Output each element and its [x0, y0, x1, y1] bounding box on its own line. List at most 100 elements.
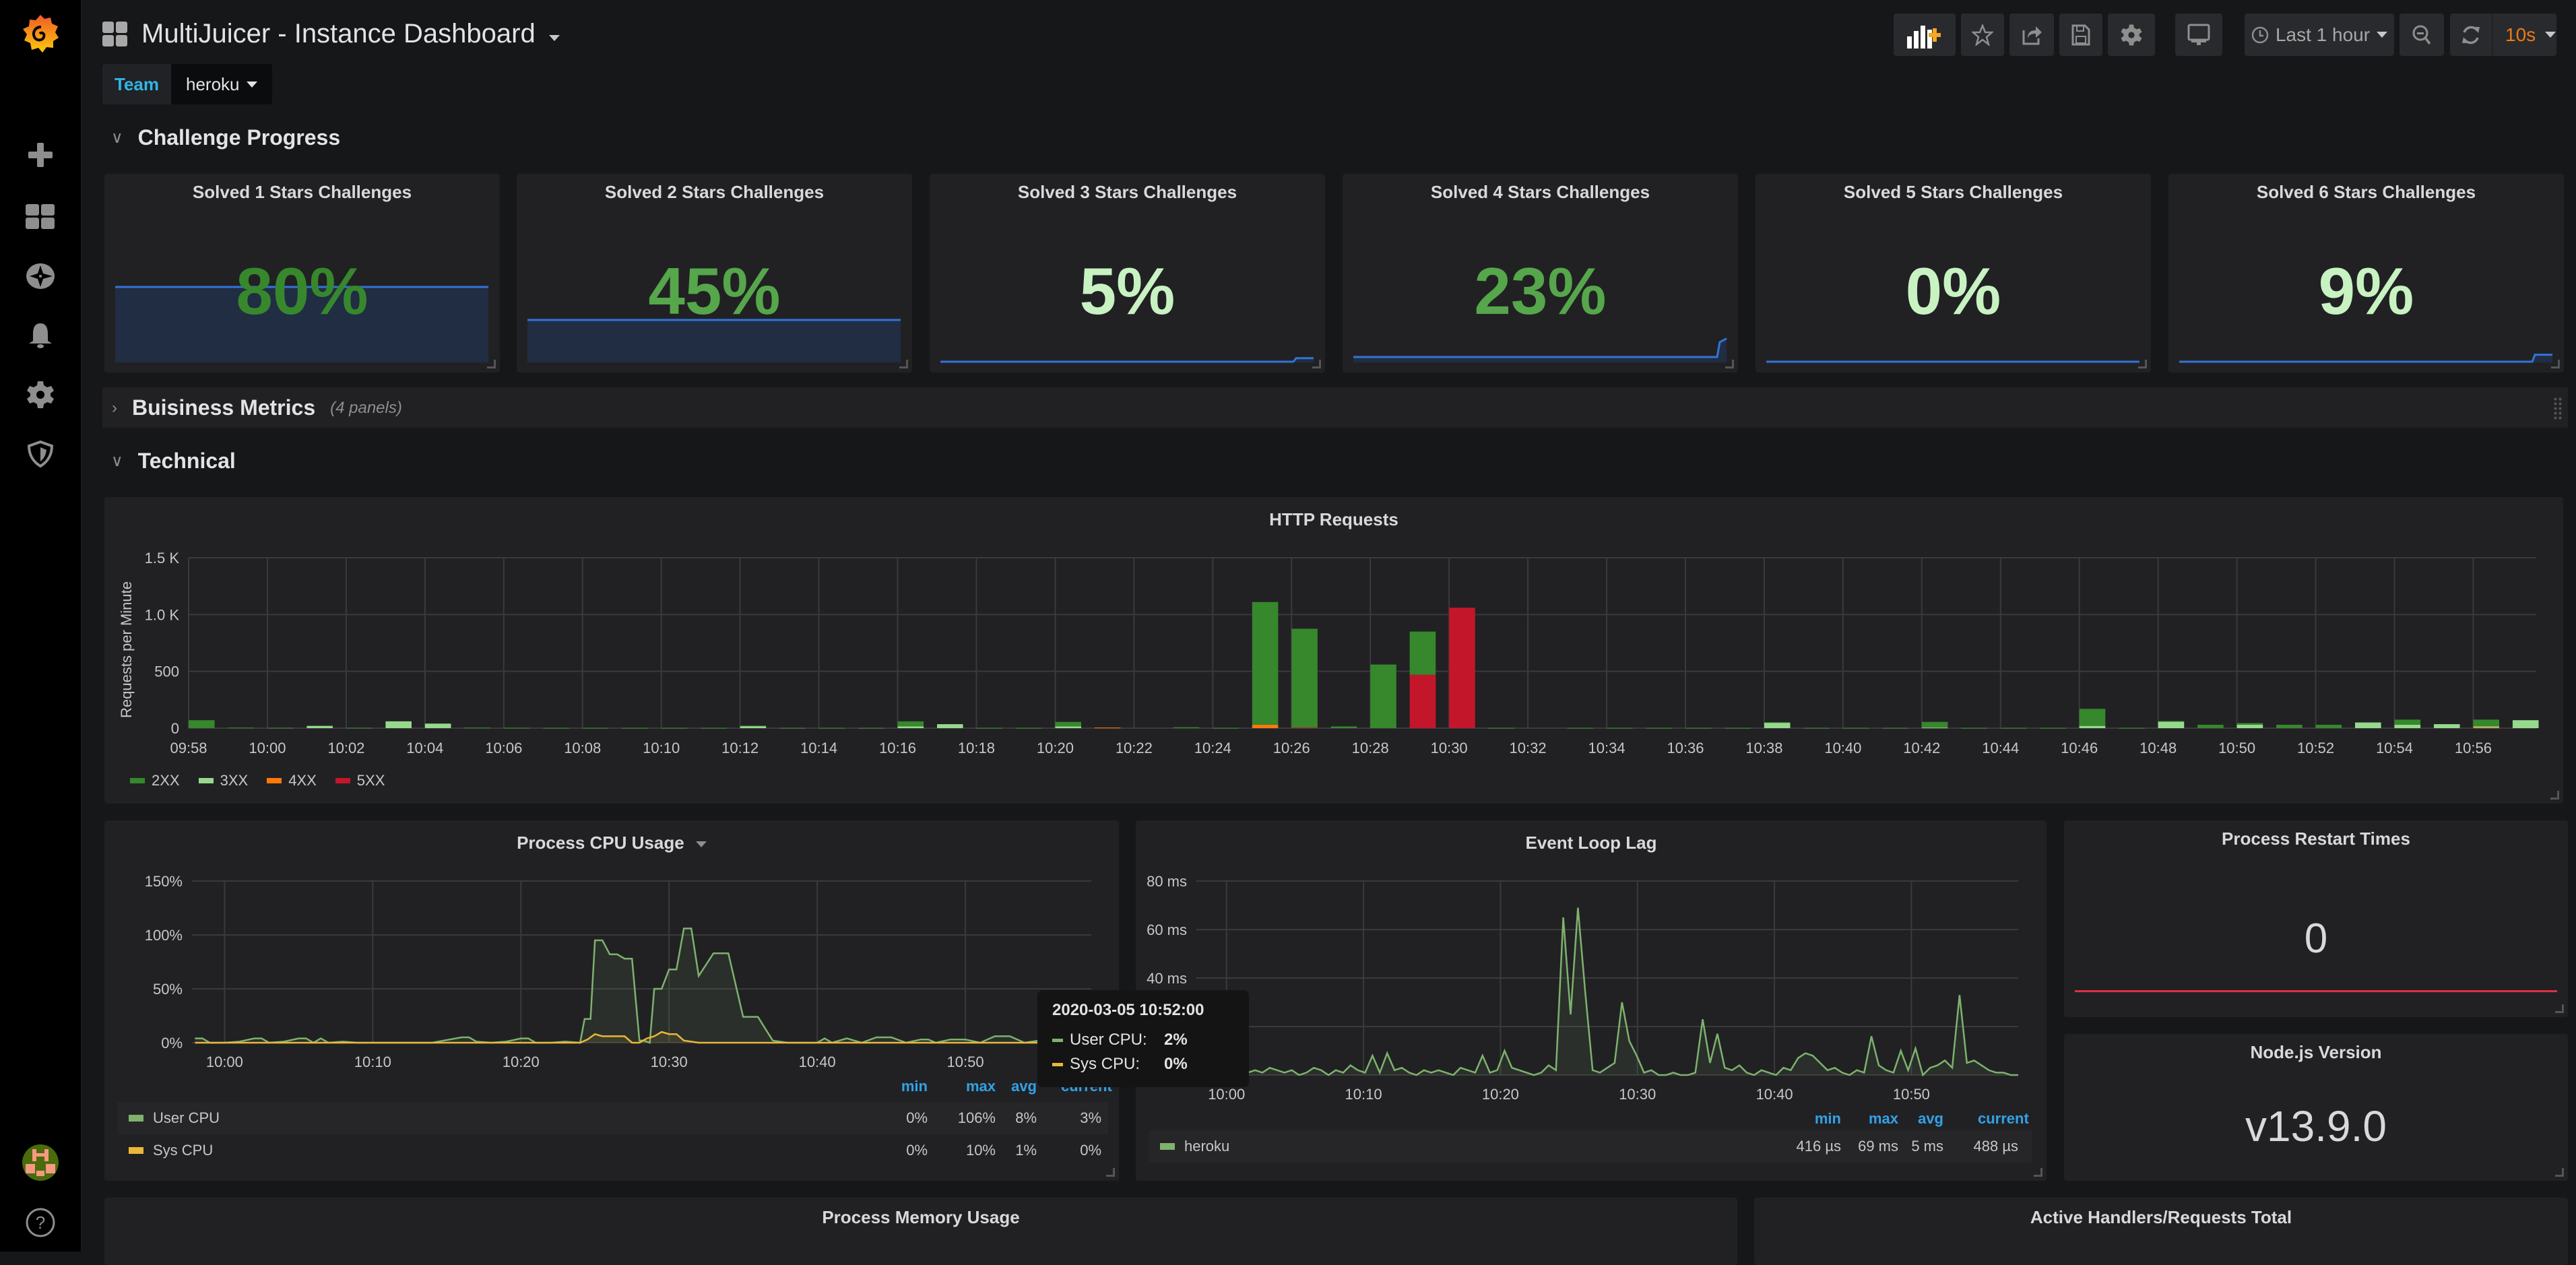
y-tick-label: 0%: [161, 1035, 183, 1051]
bell-icon[interactable]: [20, 315, 61, 356]
shield-icon[interactable]: [20, 434, 61, 474]
x-tick-label: 10:12: [721, 740, 759, 756]
panel-title[interactable]: Active Handlers/Requests Total: [1754, 1207, 2568, 1228]
x-tick-label: 10:50: [2218, 740, 2255, 756]
bar-2xx: [818, 727, 845, 729]
x-tick-label: 10:22: [1116, 740, 1153, 756]
bar-2xx: [1015, 727, 1042, 729]
legend-row[interactable]: Sys CPU 0% 10% 1% 0%: [118, 1134, 1108, 1167]
bar-2xx: [976, 727, 1003, 729]
monitor-icon: [2187, 24, 2210, 45]
y-tick-label: 60 ms: [1147, 921, 1187, 938]
share-button[interactable]: [2009, 13, 2054, 56]
y-tick-label: 1.0 K: [145, 606, 180, 623]
legend-header-avg[interactable]: avg: [996, 1078, 1037, 1095]
grafana-logo-icon[interactable]: [20, 15, 61, 55]
bar-2xx: [1213, 727, 1239, 729]
row-business-metrics[interactable]: › Buisiness Metrics (4 panels): [102, 387, 2568, 428]
row-title: Challenge Progress: [137, 125, 341, 150]
legend-header-min[interactable]: min: [1801, 1110, 1841, 1128]
resize-handle[interactable]: [899, 360, 908, 368]
grid-icon[interactable]: [20, 197, 61, 237]
panel-title[interactable]: Process Restart Times: [2064, 829, 2568, 849]
x-tick-label: 10:42: [1903, 740, 1940, 756]
panel-title[interactable]: Process Memory Usage: [104, 1207, 1737, 1228]
compass-icon[interactable]: [20, 256, 61, 296]
row-challenge-progress[interactable]: ∨ Challenge Progress: [111, 125, 340, 150]
save-icon: [2071, 24, 2090, 45]
tooltip-row: Sys CPU: 0%: [1052, 1052, 1234, 1076]
refresh-picker[interactable]: 10s: [2450, 13, 2556, 56]
bar-2xx: [1607, 727, 1633, 729]
legend-row[interactable]: User CPU 0% 106% 8% 3%: [118, 1102, 1108, 1134]
dashboard-title-button[interactable]: MultiJuicer - Instance Dashboard: [102, 19, 560, 49]
stat-value: 0%: [1905, 254, 2001, 328]
legend-item[interactable]: 4XX: [267, 772, 317, 789]
panel-title[interactable]: Node.js Version: [2064, 1042, 2568, 1063]
legend-value-current: 488 µs: [1973, 1138, 2019, 1155]
resize-handle[interactable]: [1725, 360, 1734, 368]
legend-item[interactable]: 5XX: [335, 772, 385, 789]
legend-value-avg: 5 ms: [1911, 1138, 1943, 1155]
bar-2xx: [2079, 709, 2106, 726]
resize-handle[interactable]: [487, 360, 496, 368]
x-tick-label: 10:26: [1273, 740, 1310, 756]
bar-3xx: [2473, 726, 2500, 728]
dashboard-settings-button[interactable]: [2108, 13, 2155, 56]
legend-header-avg[interactable]: avg: [1903, 1110, 1943, 1128]
bar-5xx: [1409, 674, 1436, 728]
help-icon[interactable]: ?: [20, 1202, 61, 1243]
row-technical[interactable]: ∨ Technical: [111, 449, 236, 474]
tv-mode-button[interactable]: [2175, 13, 2222, 56]
y-tick-label: 50%: [153, 981, 183, 998]
legend-item[interactable]: 2XX: [130, 772, 180, 789]
sparkline-line: [2179, 354, 2552, 363]
bar-3xx: [1055, 726, 1082, 728]
stat-panel: Solved 4 Stars Challenges 23%: [1343, 174, 1738, 372]
bar-3xx: [897, 726, 924, 728]
tooltip-value: 2%: [1164, 1031, 1188, 1049]
resize-handle[interactable]: [2555, 1004, 2564, 1013]
y-tick-label: 500: [154, 663, 179, 680]
save-button[interactable]: [2059, 13, 2102, 56]
x-tick-label: 10:14: [800, 740, 837, 756]
bar-2xx: [582, 727, 609, 729]
plus-icon[interactable]: [20, 135, 61, 175]
add-panel-button[interactable]: [1894, 13, 1956, 56]
bar-2xx: [622, 727, 648, 729]
stat-panel: Solved 1 Stars Challenges 80%: [104, 174, 500, 372]
bar-3xx: [307, 725, 333, 728]
team-variable-value: heroku: [186, 73, 240, 94]
resize-handle[interactable]: [1312, 360, 1321, 368]
sparkline: [2075, 990, 2557, 992]
star-button[interactable]: [1961, 13, 2004, 56]
legend-header-max[interactable]: max: [1858, 1110, 1898, 1128]
legend-item[interactable]: 3XX: [198, 772, 248, 789]
legend-row[interactable]: heroku 416 µs 69 ms 5 ms 488 µs: [1149, 1130, 2032, 1163]
x-tick-label: 10:38: [1745, 740, 1782, 756]
tooltip-series-name: Sys CPU:: [1070, 1055, 1140, 1073]
resize-handle[interactable]: [2551, 360, 2560, 368]
gear-icon[interactable]: [20, 375, 61, 415]
resize-handle[interactable]: [2550, 791, 2559, 800]
cpu-legend-table: minmaxavgcurrentUser CPU0%106%8%3%Sys CP…: [118, 1078, 1112, 1172]
refresh-button[interactable]: [2450, 13, 2493, 56]
bar-2xx: [1882, 727, 1908, 729]
resize-handle[interactable]: [2555, 1168, 2564, 1177]
bar-2xx: [2315, 724, 2342, 728]
x-tick-label: 10:32: [1510, 740, 1547, 756]
resize-handle[interactable]: [2034, 1168, 2042, 1177]
time-range-picker[interactable]: Last 1 hour: [2245, 13, 2394, 56]
resize-handle[interactable]: [1106, 1168, 1115, 1177]
team-variable-dropdown[interactable]: heroku: [171, 64, 272, 104]
legend-header-min[interactable]: min: [887, 1078, 928, 1095]
bar-3xx: [936, 724, 963, 728]
zoom-out-button[interactable]: [2400, 13, 2444, 56]
drag-handle[interactable]: [2553, 397, 2563, 420]
bar-4xx: [1252, 724, 1279, 728]
avatar-icon[interactable]: [20, 1142, 61, 1183]
resize-handle[interactable]: [2138, 360, 2147, 368]
refresh-interval[interactable]: 10s: [2505, 24, 2536, 46]
legend-header-max[interactable]: max: [955, 1078, 996, 1095]
legend-header-current[interactable]: current: [1978, 1110, 2029, 1128]
